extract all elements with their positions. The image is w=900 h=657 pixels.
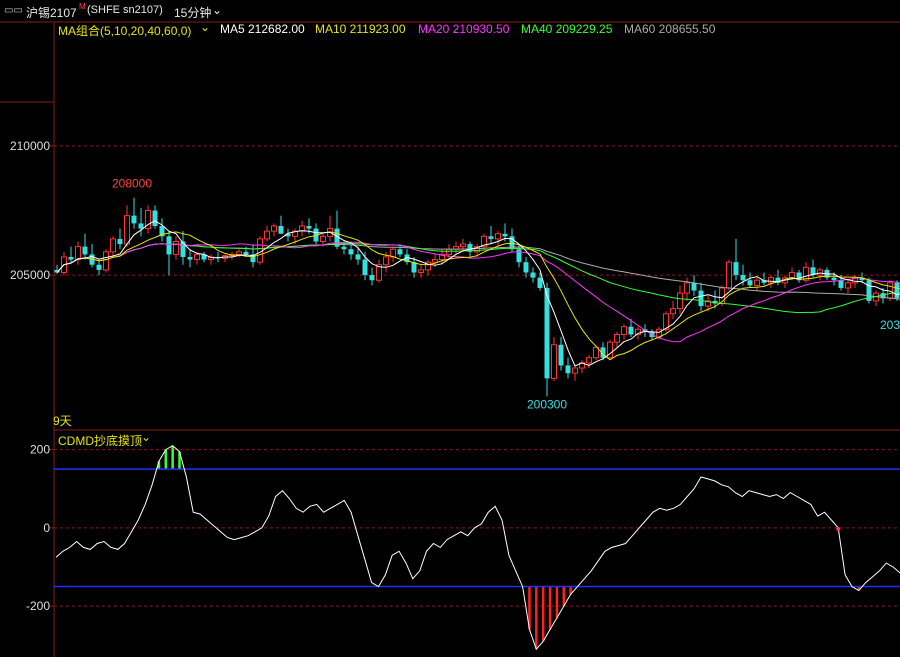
candle-body-up bbox=[572, 367, 578, 374]
candle-body-up bbox=[257, 238, 263, 263]
candle-body-up bbox=[194, 253, 200, 261]
candle-body-down bbox=[740, 275, 746, 281]
ma5-value: MA5 212682.00 bbox=[220, 22, 305, 36]
candle-body-down bbox=[68, 256, 74, 260]
candle-body-up bbox=[75, 246, 81, 261]
ma60-value: MA60 208655.50 bbox=[624, 22, 716, 36]
candle-body-down bbox=[523, 262, 529, 273]
candle-body-up bbox=[418, 269, 424, 273]
candle-body-up bbox=[173, 240, 179, 255]
price-tick-label: 205000 bbox=[10, 268, 50, 282]
indicator-tick-label: -200 bbox=[26, 599, 50, 613]
candle-body-up bbox=[264, 230, 270, 240]
chart-canvas[interactable]: 210000 205000 200 0 -200 208000 200300 203 9天 bbox=[0, 0, 900, 657]
candle-body-down bbox=[82, 246, 88, 255]
cdmd-indicator bbox=[54, 445, 900, 651]
candle-body-up bbox=[103, 251, 109, 271]
chart-labels: 210000 205000 200 0 -200 208000 200300 203 9天 bbox=[10, 139, 900, 613]
candle-body-down bbox=[152, 210, 158, 226]
candle-body-up bbox=[621, 326, 627, 335]
candle-body-up bbox=[432, 259, 438, 263]
candle-body-down bbox=[397, 249, 403, 255]
candle-body-down bbox=[894, 282, 900, 299]
candle-body-up bbox=[768, 277, 774, 284]
ma-group-selector[interactable]: MA组合(5,10,20,40,60,0) bbox=[58, 22, 191, 39]
candle-body-up bbox=[495, 233, 501, 240]
candle-body-down bbox=[166, 236, 172, 255]
ma40-value: MA40 209229.25 bbox=[521, 22, 613, 36]
candle-body-up bbox=[551, 344, 557, 379]
candle-body-up bbox=[789, 271, 795, 279]
price-tick-label: 210000 bbox=[10, 139, 50, 153]
grid-lines bbox=[0, 21, 900, 657]
indicator-tick-label: 0 bbox=[43, 521, 50, 535]
candle-body-up bbox=[754, 279, 760, 286]
candle-body-up bbox=[726, 261, 732, 289]
candle-body-down bbox=[530, 272, 536, 278]
ma20-value: MA20 210930.50 bbox=[418, 22, 510, 36]
candle-body-up bbox=[677, 292, 683, 310]
candle-body-down bbox=[698, 290, 704, 307]
candle-body-up bbox=[817, 269, 823, 276]
candle-body-down bbox=[488, 236, 494, 239]
candle-body-down bbox=[341, 246, 347, 250]
indicator-tick-label: 200 bbox=[30, 443, 50, 457]
candle-body-down bbox=[628, 326, 634, 335]
candle-body-up bbox=[586, 357, 592, 364]
candle-body-down bbox=[348, 249, 354, 255]
candle-body-down bbox=[369, 275, 375, 281]
candle-body-down bbox=[565, 365, 571, 374]
day-marker-label: 9天 bbox=[53, 414, 72, 428]
high-price-label: 208000 bbox=[112, 177, 152, 191]
ma10-value: MA10 211923.00 bbox=[315, 22, 406, 36]
candle-body-down bbox=[243, 251, 249, 255]
candle-body-up bbox=[383, 256, 389, 266]
candle-body-down bbox=[838, 280, 844, 288]
candle-body-up bbox=[614, 333, 620, 343]
candle-body-down bbox=[131, 215, 137, 224]
signal-dot bbox=[836, 526, 841, 531]
candle-body-down bbox=[278, 226, 284, 234]
candle-body-down bbox=[117, 238, 123, 245]
candle-body-down bbox=[537, 277, 543, 288]
candle-body-down bbox=[362, 259, 368, 276]
candle-body-down bbox=[733, 262, 739, 276]
candle-body-down bbox=[306, 226, 312, 229]
candle-body-down bbox=[187, 256, 193, 260]
candle-body-down bbox=[355, 254, 361, 260]
candle-body-down bbox=[747, 280, 753, 286]
candle-body-up bbox=[236, 251, 242, 255]
indicator-chevron-icon[interactable]: ⌄ bbox=[141, 430, 151, 444]
last-price-label: 203 bbox=[880, 318, 900, 332]
candle-body-up bbox=[110, 238, 116, 253]
indicator-selector[interactable]: CDMD抄底摸顶 bbox=[58, 432, 142, 449]
ma-group-chevron-icon[interactable]: ⌄ bbox=[200, 20, 210, 34]
candle-body-down bbox=[502, 233, 508, 237]
candle-body-down bbox=[180, 241, 186, 257]
candle-body-up bbox=[684, 282, 690, 294]
candle-body-up bbox=[320, 235, 326, 242]
candle-body-up bbox=[460, 243, 466, 248]
candle-body-up bbox=[446, 248, 452, 255]
cdmd-line bbox=[55, 445, 900, 651]
candle-body-up bbox=[271, 225, 277, 232]
candle-body-down bbox=[544, 287, 550, 379]
low-price-label: 200300 bbox=[527, 397, 567, 411]
candle-body-down bbox=[138, 223, 144, 229]
candle-body-down bbox=[831, 277, 837, 281]
candle-body-up bbox=[670, 308, 676, 315]
candle-body-down bbox=[691, 282, 697, 291]
candle-body-down bbox=[516, 249, 522, 263]
candle-body-up bbox=[845, 282, 851, 289]
candle-body-down bbox=[558, 344, 564, 366]
candle-body-up bbox=[124, 215, 130, 245]
candle-body-down bbox=[96, 264, 102, 270]
